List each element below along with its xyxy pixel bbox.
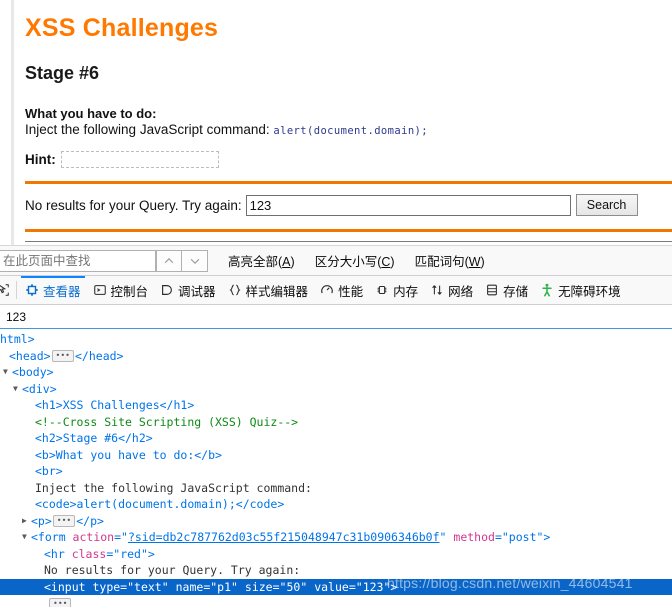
tree-row-form[interactable]: ▼ <form action="?sid=db2c787762d03c55f215… bbox=[0, 529, 672, 546]
twisty-collapsed-icon[interactable]: ▶ bbox=[22, 513, 31, 530]
tab-memory[interactable]: 内存 bbox=[369, 276, 424, 304]
tab-storage[interactable]: 存储 bbox=[479, 276, 534, 304]
find-input[interactable] bbox=[0, 249, 156, 272]
tree-row-comment[interactable]: <!--Cross Site Scripting (XSS) Quiz--> bbox=[0, 414, 672, 431]
task-text: Inject the following JavaScript command: bbox=[25, 122, 270, 137]
tree-row-hr[interactable]: <hr class="red"> bbox=[0, 546, 672, 563]
tab-console-label: 控制台 bbox=[110, 284, 149, 299]
expand-ellipsis-icon[interactable]: ••• bbox=[51, 350, 74, 362]
accessibility-icon bbox=[540, 283, 554, 297]
performance-icon bbox=[320, 283, 334, 297]
find-whole-words-option[interactable]: 匹配词句(W) bbox=[415, 251, 485, 270]
find-highlight-all-option[interactable]: 高亮全部(A) bbox=[228, 251, 295, 270]
tab-inspector-label: 查看器 bbox=[43, 284, 81, 299]
task-code: alert(document.domain); bbox=[273, 125, 428, 137]
page-body: XSS Challenges Stage #6 What you have to… bbox=[11, 0, 672, 245]
task-line: Inject the following JavaScript command:… bbox=[25, 122, 672, 137]
chevron-up-icon[interactable] bbox=[156, 249, 182, 272]
tree-row-text-noresults[interactable]: No results for your Query. Try again: bbox=[0, 562, 672, 579]
hint-box bbox=[60, 151, 219, 168]
memory-icon bbox=[375, 283, 389, 297]
chevron-down-icon[interactable] bbox=[182, 249, 208, 272]
page-title: XSS Challenges bbox=[25, 14, 219, 42]
form-action-value[interactable]: ?sid=db2c787762d03c55f215048947c31b09063… bbox=[128, 530, 440, 544]
tab-network-label: 网络 bbox=[448, 284, 474, 299]
tree-row-body[interactable]: ▼ <body> bbox=[0, 364, 672, 381]
inspector-icon bbox=[25, 283, 39, 297]
tree-row-b[interactable]: <b>What you have to do:</b> bbox=[0, 447, 672, 464]
debugger-icon bbox=[160, 283, 174, 297]
console-icon bbox=[93, 283, 107, 297]
query-input[interactable] bbox=[245, 194, 571, 216]
tab-performance-label: 性能 bbox=[338, 284, 364, 299]
tab-style-editor-label: 样式编辑器 bbox=[245, 284, 309, 299]
stage-heading: Stage #6 bbox=[25, 63, 100, 83]
tab-network[interactable]: 网络 bbox=[424, 276, 479, 304]
expand-ellipsis-icon[interactable]: ••• bbox=[52, 515, 76, 527]
tree-row-text-inject[interactable]: Inject the following JavaScript command: bbox=[0, 480, 672, 497]
tab-accessibility[interactable]: 无障碍环境 bbox=[534, 276, 627, 304]
twisty-icon[interactable]: ▼ bbox=[13, 381, 22, 398]
storage-icon bbox=[485, 283, 499, 297]
devtools-search-row[interactable]: 123 bbox=[0, 305, 672, 329]
query-label: No results for your Query. Try again: bbox=[25, 197, 242, 213]
style-editor-icon bbox=[228, 283, 242, 297]
markup-tree[interactable]: html> <head> ••• </head> ▼ <body> ▼ <div> <h… bbox=[0, 330, 672, 607]
search-button[interactable]: Search bbox=[575, 194, 638, 216]
devtools-toolbar: 查看器 控制台 调试器 样式编辑器 性能 内存 网络 存储 无障碍环境 bbox=[0, 275, 672, 305]
tree-row-h2[interactable]: <h2>Stage #6</h2> bbox=[0, 430, 672, 447]
tab-storage-label: 存储 bbox=[503, 284, 529, 299]
find-bar: 高亮全部(A) 区分大小写(C) 匹配词句(W) bbox=[0, 245, 672, 275]
search-form: No results for your Query. Try again: Se… bbox=[25, 194, 672, 216]
devtools-search-value: 123 bbox=[6, 309, 27, 324]
divider-top bbox=[25, 181, 672, 184]
expand-ellipsis-icon[interactable]: ••• bbox=[49, 597, 72, 607]
toolbar-separator bbox=[16, 281, 17, 299]
tree-row-head[interactable]: <head> ••• </head> bbox=[0, 348, 672, 365]
hint-row: Hint: bbox=[25, 151, 672, 168]
tree-row-input-selected[interactable]: <input type="text" name="p1" size="50" v… bbox=[0, 578, 672, 595]
browser-page-content: XSS Challenges Stage #6 What you have to… bbox=[0, 0, 672, 245]
tree-row-h1[interactable]: <h1>XSS Challenges</h1> bbox=[0, 397, 672, 414]
task-label: What you have to do: bbox=[25, 106, 157, 121]
tab-style-editor[interactable]: 样式编辑器 bbox=[222, 276, 315, 304]
divider-footer bbox=[25, 241, 672, 242]
element-picker-icon[interactable] bbox=[0, 276, 14, 304]
divider-bottom bbox=[25, 229, 672, 232]
twisty-icon[interactable]: ▼ bbox=[22, 529, 31, 546]
tab-debugger[interactable]: 调试器 bbox=[154, 276, 222, 304]
network-icon bbox=[430, 283, 444, 297]
tab-memory-label: 内存 bbox=[393, 284, 419, 299]
tree-row-br[interactable]: <br> bbox=[0, 463, 672, 480]
tab-debugger-label: 调试器 bbox=[178, 284, 216, 299]
tab-console[interactable]: 控制台 bbox=[87, 276, 155, 304]
find-nav bbox=[156, 249, 208, 272]
find-match-case-option[interactable]: 区分大小写(C) bbox=[315, 251, 395, 270]
tab-inspector[interactable]: 查看器 bbox=[19, 276, 87, 304]
tree-row-p[interactable]: ▶ <p> ••• </p> bbox=[0, 513, 672, 530]
tab-performance[interactable]: 性能 bbox=[314, 276, 369, 304]
twisty-icon[interactable]: ▼ bbox=[3, 364, 12, 381]
hint-label: Hint: bbox=[25, 152, 56, 167]
tree-row-html[interactable]: html> bbox=[0, 331, 672, 348]
tree-row-code[interactable]: <code>alert(document.domain);</code> bbox=[0, 496, 672, 513]
tree-row-div[interactable]: ▼ <div> bbox=[0, 381, 672, 398]
tab-accessibility-label: 无障碍环境 bbox=[558, 284, 621, 299]
tree-row-more[interactable]: ••• bbox=[0, 595, 672, 607]
